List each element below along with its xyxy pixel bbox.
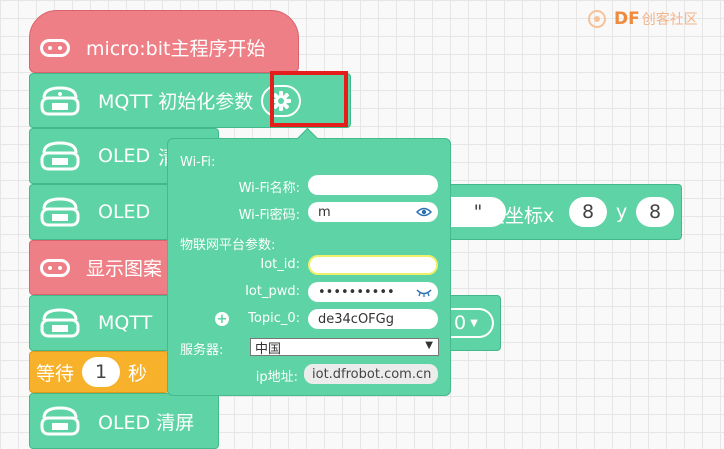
wifi-name-input[interactable] (308, 175, 438, 195)
wifi-password-value: m (318, 204, 331, 220)
show-pattern-label: 显示图案 (86, 258, 163, 280)
x-coord-input[interactable]: 8 (569, 197, 607, 227)
wifi-password-input[interactable]: m (308, 202, 438, 222)
y-label: y (616, 201, 628, 223)
gear-highlight-box (270, 71, 348, 127)
microbit-icon (40, 258, 70, 277)
robot-icon (40, 141, 80, 171)
wait-unit-label: 秒 (128, 362, 148, 385)
dropdown-arrow-icon: ▼ (470, 317, 478, 329)
iot-id-input[interactable] (308, 255, 438, 275)
start-block-label: micro:bit主程序开始 (86, 38, 266, 60)
robot-icon (40, 197, 80, 227)
ip-label: ip地址: (255, 370, 298, 385)
wait-seconds-input[interactable]: 1 (82, 357, 121, 387)
logo-brand: DF (614, 9, 640, 29)
wifi-section-header: Wi-Fi: (180, 155, 216, 170)
robot-icon (40, 406, 80, 436)
popup-arrow (296, 127, 319, 150)
start-block[interactable]: micro:bit主程序开始 (29, 10, 299, 73)
oled-at-label: 在坐标x (486, 205, 555, 227)
eye-closed-icon[interactable] (416, 286, 432, 298)
iot-password-input[interactable]: •••••••••• (308, 282, 438, 302)
robot-icon (40, 85, 80, 115)
iot-password-label: Iot_pwd: (245, 284, 300, 299)
topic-input[interactable]: de34cOFGg (308, 309, 438, 329)
mqtt-block-2-label: MQTT (98, 312, 153, 334)
wait-block[interactable]: 等待 1 秒 (29, 351, 169, 393)
topic-label: Topic_0: (248, 311, 300, 326)
quote-mark: " (473, 201, 483, 223)
server-select-value: 中国 (255, 341, 282, 357)
mqtt-init-label: MQTT 初始化参数 (98, 91, 254, 113)
y-coord-input[interactable]: 8 (636, 197, 674, 227)
eye-icon[interactable] (416, 206, 432, 218)
server-select[interactable]: 中国 ▼ (250, 338, 439, 357)
select-caret-icon: ▼ (425, 340, 433, 351)
oled-clear-block[interactable]: OLED 清屏 (29, 393, 219, 449)
ip-address-field: iot.dfrobot.com.cn (304, 364, 438, 384)
oled-block-2-label: OLED (98, 201, 151, 223)
logo-site: 创客社区 (641, 12, 698, 28)
dfrobot-logo: DF 创客社区 (586, 8, 698, 30)
topic-dropdown[interactable]: 0 ▼ (450, 308, 494, 338)
topic-dropdown-value: 0 (454, 312, 467, 334)
wifi-password-label: Wi-Fi密码: (238, 208, 300, 223)
show-pattern-block[interactable]: 显示图案 (29, 240, 179, 295)
wait-label: 等待 (36, 362, 75, 385)
oled-block-1-label: OLED (98, 145, 151, 167)
microbit-icon (40, 38, 70, 57)
iot-password-value: •••••••••• (318, 284, 395, 300)
add-topic-icon[interactable]: + (215, 312, 229, 327)
oled-clear-label: OLED 清屏 (98, 411, 195, 434)
mqtt-settings-popup: Wi-Fi: Wi-Fi名称: Wi-Fi密码: m 物联网平台参数: Iot_… (167, 127, 451, 396)
logo-icon (588, 10, 606, 28)
wifi-name-label: Wi-Fi名称: (238, 181, 300, 196)
iot-id-label: Iot_id: (260, 257, 300, 272)
iot-section-header: 物联网平台参数: (180, 238, 276, 253)
server-label: 服务器: (180, 343, 224, 358)
robot-icon (40, 308, 80, 338)
